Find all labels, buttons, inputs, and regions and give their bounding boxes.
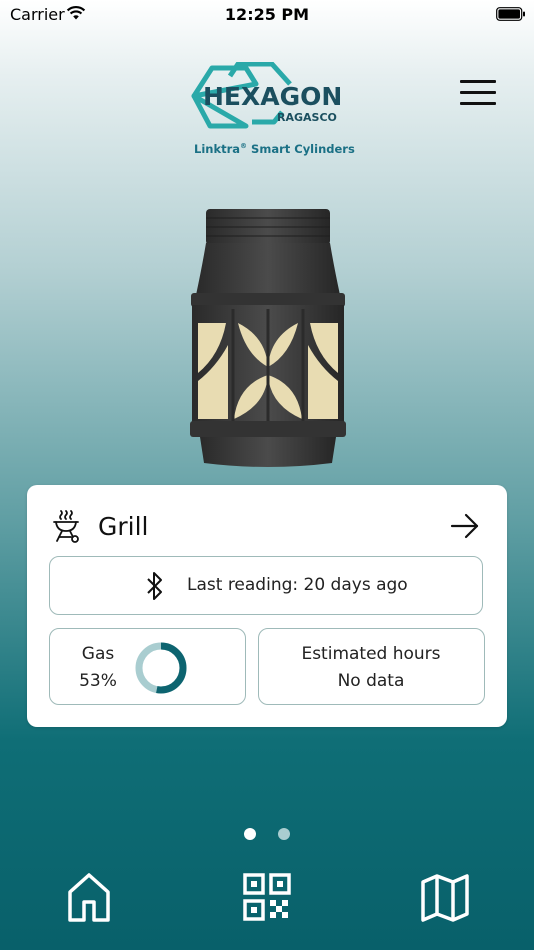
cylinder-card: Grill Last reading: 20 days ago Gas 53% … xyxy=(27,485,507,727)
estimated-hours-panel: Estimated hours No data xyxy=(258,628,485,705)
hamburger-menu-icon[interactable] xyxy=(460,80,498,110)
cylinder-name: Grill xyxy=(98,512,149,541)
brand-logo: HEXAGON RAGASCO Linktra® Smart Cylinders xyxy=(190,62,355,162)
gas-level-panel: Gas 53% xyxy=(49,628,246,705)
qr-code-icon[interactable] xyxy=(242,872,292,926)
last-reading-text: Last reading: 20 days ago xyxy=(187,575,408,595)
bluetooth-icon xyxy=(146,571,164,605)
gas-cylinder-image xyxy=(186,205,350,474)
brand-wordmark: HEXAGON xyxy=(203,82,343,111)
gas-label: Gas xyxy=(81,644,115,664)
brand-subtitle: RAGASCO xyxy=(277,111,337,124)
home-icon[interactable] xyxy=(66,872,112,926)
page-dot-active[interactable] xyxy=(244,828,256,840)
cylinder-header-row[interactable]: Grill xyxy=(27,485,507,555)
arrow-right-icon[interactable] xyxy=(450,513,480,543)
gas-level-ring xyxy=(135,642,187,694)
grill-icon xyxy=(51,509,81,547)
brand-tagline: Linktra® Smart Cylinders xyxy=(194,142,355,156)
tagline-main: Linktra xyxy=(194,142,241,156)
last-reading-panel[interactable]: Last reading: 20 days ago xyxy=(49,556,483,615)
tagline-mark: ® xyxy=(240,142,248,151)
estimated-hours-label: Estimated hours xyxy=(301,644,441,664)
estimated-hours-value: No data xyxy=(337,671,405,691)
status-bar: Carrier 12:25 PM xyxy=(0,0,534,30)
page-dot[interactable] xyxy=(278,828,290,840)
battery-icon xyxy=(496,6,526,25)
map-icon[interactable] xyxy=(420,872,470,926)
gas-percentage: 53% xyxy=(79,671,117,691)
page-indicator xyxy=(0,828,534,842)
tagline-rest: Smart Cylinders xyxy=(247,142,355,156)
clock: 12:25 PM xyxy=(224,5,310,24)
